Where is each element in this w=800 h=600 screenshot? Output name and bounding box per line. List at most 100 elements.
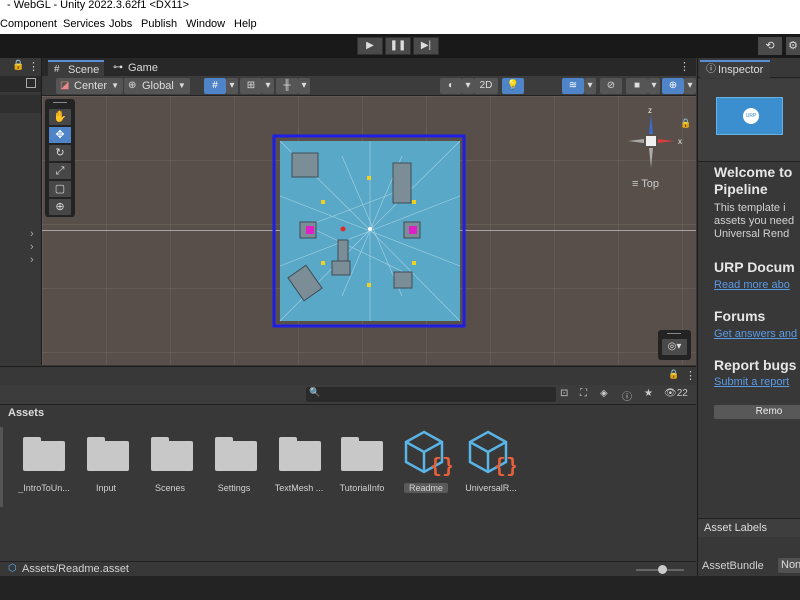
project-panel: 🔒 ⋮ 🔍 ⊡ ⛶ ◈ ⓘ ★ 👁22 Assets (0, 366, 696, 576)
effects-icon[interactable]: ≋ (562, 78, 584, 94)
welcome-text-line2: assets you need (714, 215, 795, 227)
menu-window[interactable]: Window (186, 14, 225, 34)
eye-icon: 👁 (664, 388, 677, 399)
search-toggle-icon[interactable] (26, 78, 36, 88)
cloud-icon[interactable]: ⚙ (786, 37, 800, 55)
search-by-label-icon[interactable]: ⛶ (580, 388, 587, 399)
section-forums-link[interactable]: Get answers and (714, 328, 797, 340)
lock-icon[interactable]: 🔒 (668, 369, 679, 380)
assetbundle-dropdown[interactable]: Non (778, 558, 800, 573)
drag-handle-icon[interactable] (667, 333, 681, 334)
space-dropdown[interactable]: ⊕ Global ▼ (124, 78, 190, 94)
shading-mode-icon[interactable]: ◐ (440, 78, 462, 94)
project-search-input[interactable]: 🔍 (306, 387, 556, 402)
icon-size-slider-handle[interactable] (658, 565, 667, 574)
lock-icon[interactable]: 🔒 (12, 60, 24, 71)
menu-help[interactable]: Help (234, 14, 257, 34)
search-by-type-icon[interactable]: ⊡ (560, 388, 568, 399)
svg-text:{}: {} (430, 456, 454, 479)
more-icon[interactable]: ⋮ (28, 60, 39, 73)
scale-tool-icon[interactable]: ⤢ (49, 163, 71, 179)
asset-label[interactable]: TextMesh ... (264, 483, 334, 493)
chevron-down-icon[interactable]: ▾ (684, 78, 696, 94)
expand-chevron-icon[interactable]: › (30, 228, 34, 240)
chevron-down-icon[interactable]: ▾ (226, 78, 238, 94)
expand-chevron-icon[interactable]: › (30, 254, 34, 266)
asset-label[interactable]: _IntroToUn... (9, 483, 79, 493)
gizmo-view-label[interactable]: ≡ Top (632, 178, 659, 190)
hidden-objects-icon[interactable]: ⊘ (600, 78, 622, 94)
tab-inspector[interactable]: ⓘ Inspector (700, 60, 770, 78)
grid-visibility-icon[interactable]: ⊞ (240, 78, 262, 94)
welcome-text: This template i assets you need Universa… (714, 202, 794, 241)
section-forums-title: Forums (714, 308, 766, 324)
chevron-down-icon[interactable]: ▾ (584, 78, 596, 94)
overlay-menu[interactable]: ◎▾ (658, 330, 691, 360)
tab-scene[interactable]: # Scene (48, 60, 104, 76)
asset-labels-header[interactable]: Asset Labels (698, 519, 800, 537)
pipeline-asset-icon[interactable]: {} (468, 430, 522, 480)
section-bugs-link[interactable]: Submit a report (714, 376, 789, 388)
folder-icon[interactable] (279, 437, 321, 471)
rotate-tool-icon[interactable]: ↻ (49, 145, 71, 161)
chevron-down-icon[interactable]: ▾ (262, 78, 274, 94)
grid-snap-icon[interactable]: # (204, 78, 226, 94)
folder-icon[interactable] (215, 437, 257, 471)
asset-label[interactable]: UniversalR... (456, 483, 526, 493)
folder-icon[interactable] (151, 437, 193, 471)
rect-tool-icon[interactable]: ▢ (49, 181, 71, 197)
tab-inspector-label: Inspector (718, 64, 764, 76)
orientation-gizmo[interactable]: z x (616, 106, 686, 176)
lighting-icon[interactable]: 💡 (502, 78, 524, 94)
drag-handle-icon[interactable] (53, 102, 67, 103)
gizmo-lock-icon[interactable]: 🔒 (680, 118, 691, 129)
more-icon[interactable]: ⋮ (679, 60, 690, 73)
move-tool-icon[interactable]: ✥ (49, 127, 71, 143)
asset-label-selected[interactable]: Readme (404, 483, 448, 493)
increment-snap-icon[interactable]: ╫ (276, 78, 298, 94)
readme-asset-icon[interactable]: {} (404, 430, 458, 480)
remove-button[interactable]: Remo (714, 405, 800, 419)
expand-chevron-icon[interactable]: › (30, 241, 34, 253)
scene-viewport[interactable]: ✋ ✥ ↻ ⤢ ▢ ⊕ z x 🔒 ≡ Top ◎▾ (42, 96, 696, 365)
chevron-down-icon[interactable]: ▾ (462, 78, 474, 94)
asset-label[interactable]: TutorialInfo (327, 483, 397, 493)
section-docs-link[interactable]: Read more abo (714, 279, 790, 291)
menu-services[interactable]: Services (63, 14, 105, 34)
folder-icon[interactable] (341, 437, 383, 471)
folder-icon[interactable] (23, 437, 65, 471)
hand-tool-icon[interactable]: ✋ (49, 109, 71, 125)
project-tab-bar: 🔒 ⋮ (0, 367, 696, 385)
tag-icon[interactable]: ◈ (600, 388, 608, 399)
folder-icon[interactable] (87, 437, 129, 471)
warning-icon[interactable]: ⓘ (622, 388, 632, 403)
pause-button[interactable]: ❚❚ (385, 37, 411, 55)
hidden-packages-toggle[interactable]: 👁22 (664, 388, 688, 399)
camera-mode-icon[interactable]: ◎▾ (662, 339, 687, 355)
pivot-icon: ◪ (60, 80, 70, 91)
toggle-2d-button[interactable]: 2D (474, 78, 498, 94)
transform-tool-icon[interactable]: ⊕ (49, 199, 71, 215)
step-button[interactable]: ▶| (413, 37, 439, 55)
tab-game[interactable]: ⊶ Game (108, 60, 166, 76)
menu-publish[interactable]: Publish (141, 14, 177, 34)
chevron-down-icon[interactable]: ▾ (298, 78, 310, 94)
history-icon[interactable]: ⟲ (758, 37, 782, 55)
hierarchy-row[interactable] (0, 95, 41, 113)
globe-icon: ⊕ (128, 80, 137, 91)
asset-label[interactable]: Settings (199, 483, 269, 493)
more-icon[interactable]: ⋮ (685, 369, 696, 382)
gizmos-icon[interactable]: ⊕ (662, 78, 684, 94)
camera-icon[interactable]: ■ (626, 78, 648, 94)
asset-label[interactable]: Scenes (135, 483, 205, 493)
gizmo-x-label: x (678, 137, 682, 146)
pivot-dropdown[interactable]: ◪ Center ▼ (56, 78, 124, 94)
chevron-down-icon[interactable]: ▾ (648, 78, 660, 94)
favorite-star-icon[interactable]: ★ (644, 388, 653, 399)
welcome-title-line2: Pipeline (714, 181, 768, 197)
play-button[interactable]: ▶ (357, 37, 383, 55)
asset-label[interactable]: Input (71, 483, 141, 493)
menu-jobs[interactable]: Jobs (109, 14, 132, 34)
menu-component[interactable]: Component (0, 14, 57, 34)
project-breadcrumb[interactable]: Assets (0, 405, 696, 421)
